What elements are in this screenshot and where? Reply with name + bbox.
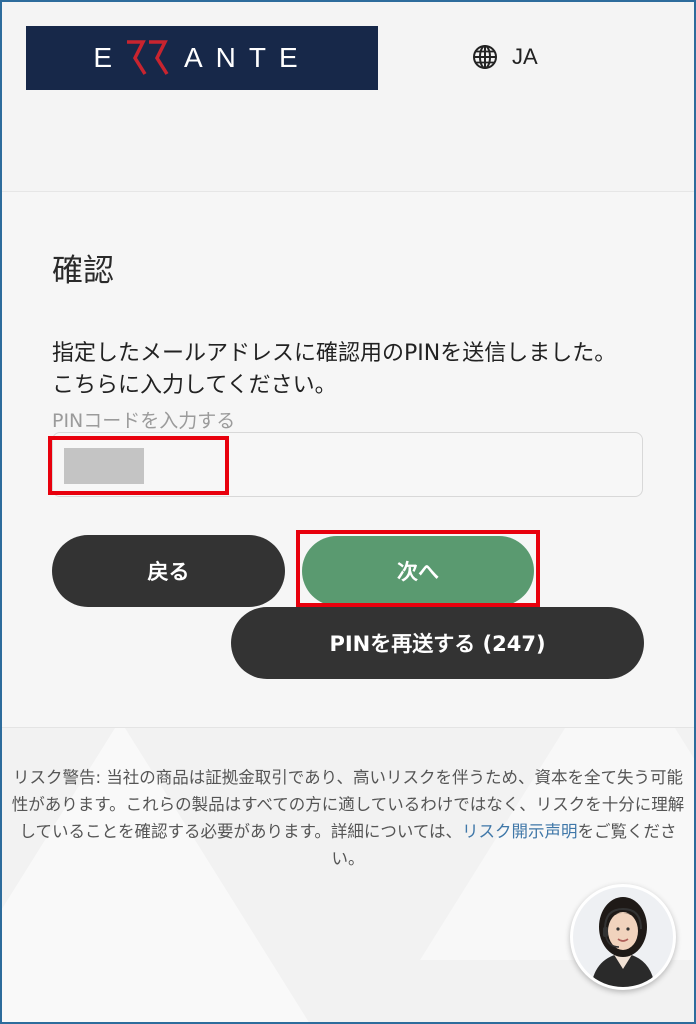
pin-input-label: PINコードを入力する [52, 410, 236, 432]
support-agent-icon [573, 887, 673, 987]
support-agent-avatar[interactable] [570, 884, 676, 990]
errante-logo[interactable]: E ANTE [26, 26, 378, 90]
back-button[interactable]: 戻る [52, 535, 285, 607]
language-label: JA [512, 44, 538, 69]
logo-text: E ANTE [93, 40, 310, 76]
verification-description: 指定したメールアドレスに確認用のPINを送信しました。こちらに入力してください。 [52, 341, 617, 398]
globe-icon [473, 45, 497, 69]
language-selector[interactable]: JA [472, 44, 538, 70]
resend-pin-button[interactable]: PINを再送する (247) [231, 607, 644, 679]
next-button-highlight [296, 530, 540, 607]
logo-rr-mark [127, 40, 169, 75]
pin-input-highlight [48, 436, 229, 495]
page-title: 確認 [52, 253, 114, 289]
risk-warning: リスク警告: 当社の商品は証拠金取引であり、高いリスクを伴うため、資本を全て失う… [8, 764, 688, 872]
header: E ANTE JA [0, 0, 696, 192]
risk-disclosure-link[interactable]: リスク開示声明 [462, 822, 578, 841]
